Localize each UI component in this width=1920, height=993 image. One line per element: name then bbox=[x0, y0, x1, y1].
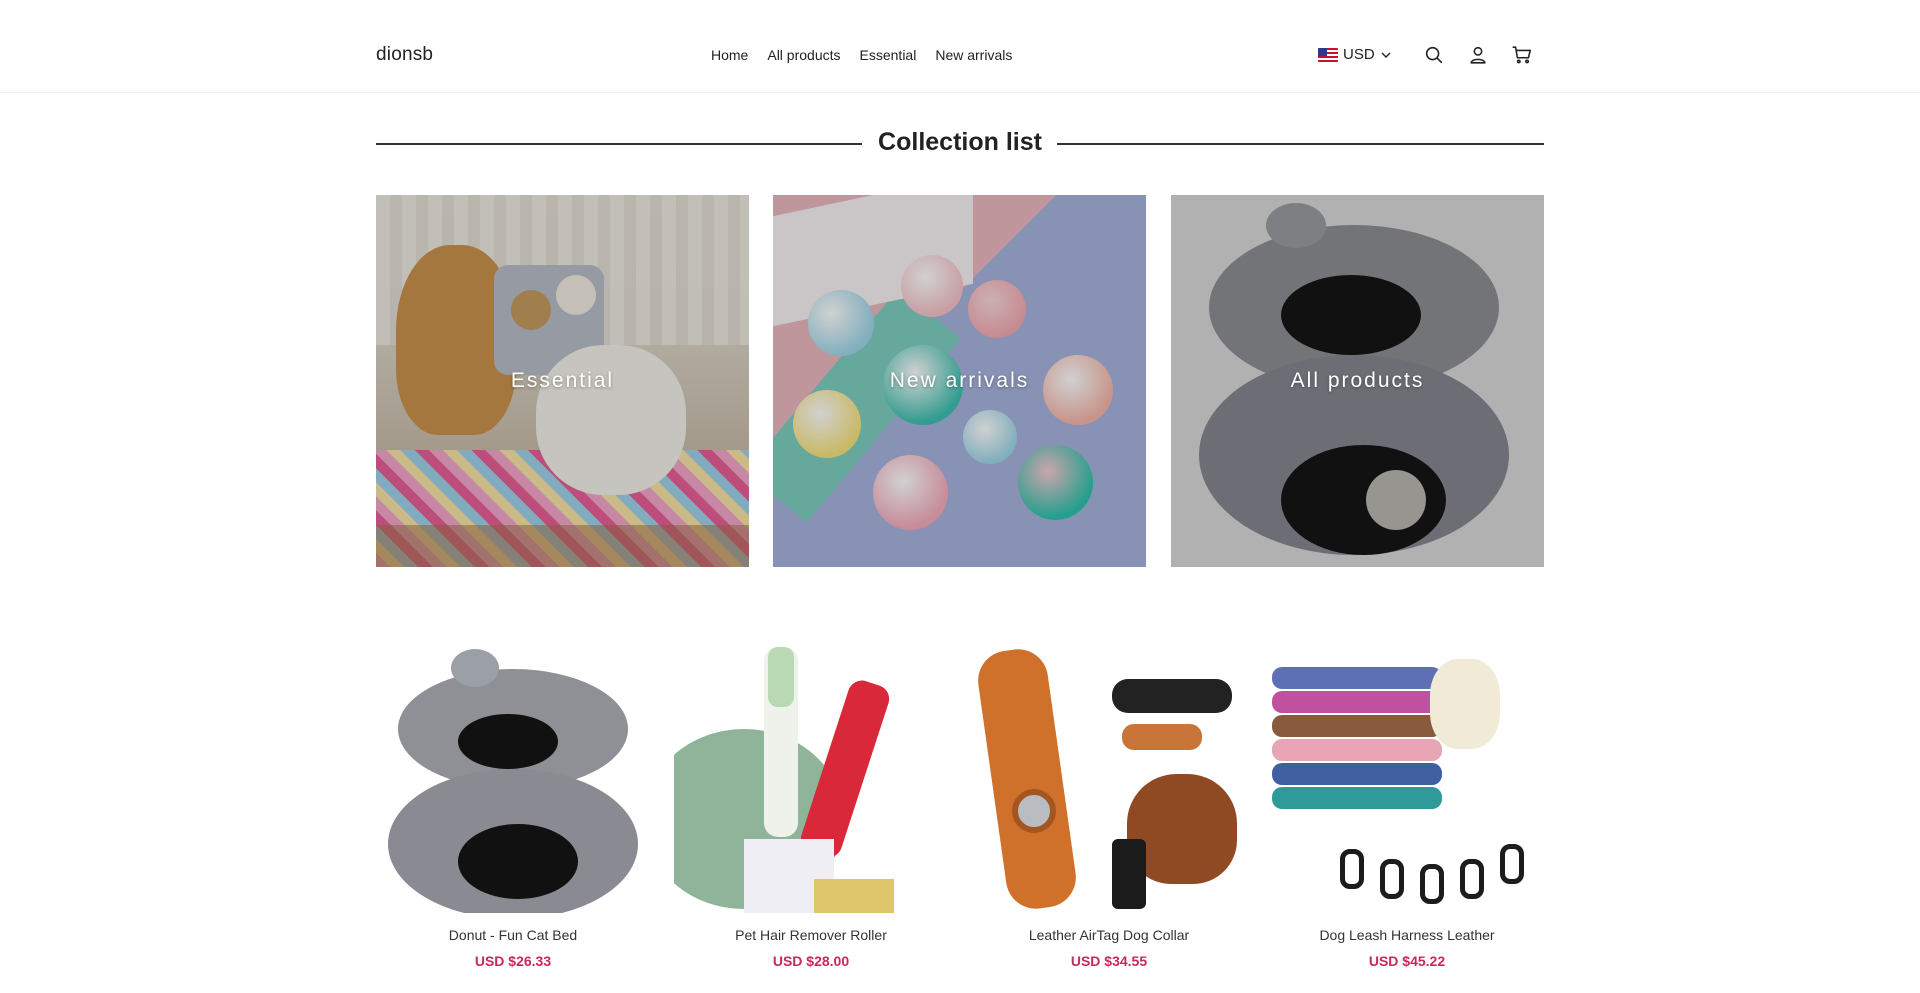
currency-selector[interactable]: USD bbox=[1318, 46, 1391, 63]
nav-all-products[interactable]: All products bbox=[767, 47, 840, 63]
store-logo[interactable]: dionsb bbox=[376, 44, 433, 66]
account-icon bbox=[1470, 46, 1486, 64]
main-nav: Home All products Essential New arrivals bbox=[711, 47, 1012, 63]
nav-home[interactable]: Home bbox=[711, 47, 748, 63]
search-icon bbox=[1425, 46, 1443, 64]
chevron-down-icon bbox=[1381, 52, 1391, 58]
nav-essential[interactable]: Essential bbox=[860, 47, 917, 63]
collection-label: All products bbox=[1290, 369, 1425, 392]
collection-card-essential[interactable]: Essential bbox=[376, 195, 749, 567]
nav-new-arrivals[interactable]: New arrivals bbox=[935, 47, 1012, 63]
collection-label: New arrivals bbox=[889, 369, 1030, 392]
product-image[interactable] bbox=[972, 639, 1246, 913]
product-card[interactable]: Donut - Fun Cat Bed USD $26.33 bbox=[376, 639, 650, 969]
product-card[interactable]: Dog Leash Harness Leather USD $45.22 bbox=[1270, 639, 1544, 969]
product-image[interactable] bbox=[376, 639, 650, 913]
collection-label: Essential bbox=[510, 369, 615, 392]
product-title[interactable]: Dog Leash Harness Leather bbox=[1270, 927, 1544, 943]
product-title[interactable]: Pet Hair Remover Roller bbox=[674, 927, 948, 943]
product-card[interactable]: Leather AirTag Dog Collar USD $34.55 bbox=[972, 639, 1246, 969]
account-button[interactable] bbox=[1466, 43, 1490, 67]
site-header: dionsb Home All products Essential New a… bbox=[0, 0, 1920, 93]
product-price: USD $28.00 bbox=[772, 953, 850, 969]
heading-rule-right bbox=[1057, 143, 1544, 145]
product-price: USD $34.55 bbox=[1070, 953, 1148, 969]
collection-card-new-arrivals[interactable]: New arrivals bbox=[773, 195, 1146, 567]
search-button[interactable] bbox=[1422, 43, 1446, 67]
collection-list-heading: Collection list bbox=[376, 126, 1544, 162]
cart-icon bbox=[1512, 46, 1532, 64]
product-title[interactable]: Leather AirTag Dog Collar bbox=[972, 927, 1246, 943]
product-price: USD $45.22 bbox=[1368, 953, 1446, 969]
product-price: USD $26.33 bbox=[474, 953, 552, 969]
currency-label: USD bbox=[1343, 46, 1375, 63]
cart-button[interactable] bbox=[1510, 43, 1534, 67]
collection-card-all-products[interactable]: All products bbox=[1171, 195, 1544, 567]
product-image[interactable] bbox=[1270, 639, 1544, 913]
product-card[interactable]: Pet Hair Remover Roller USD $28.00 bbox=[674, 639, 948, 969]
us-flag-icon bbox=[1318, 47, 1338, 62]
product-title[interactable]: Donut - Fun Cat Bed bbox=[376, 927, 650, 943]
product-image[interactable] bbox=[674, 639, 948, 913]
